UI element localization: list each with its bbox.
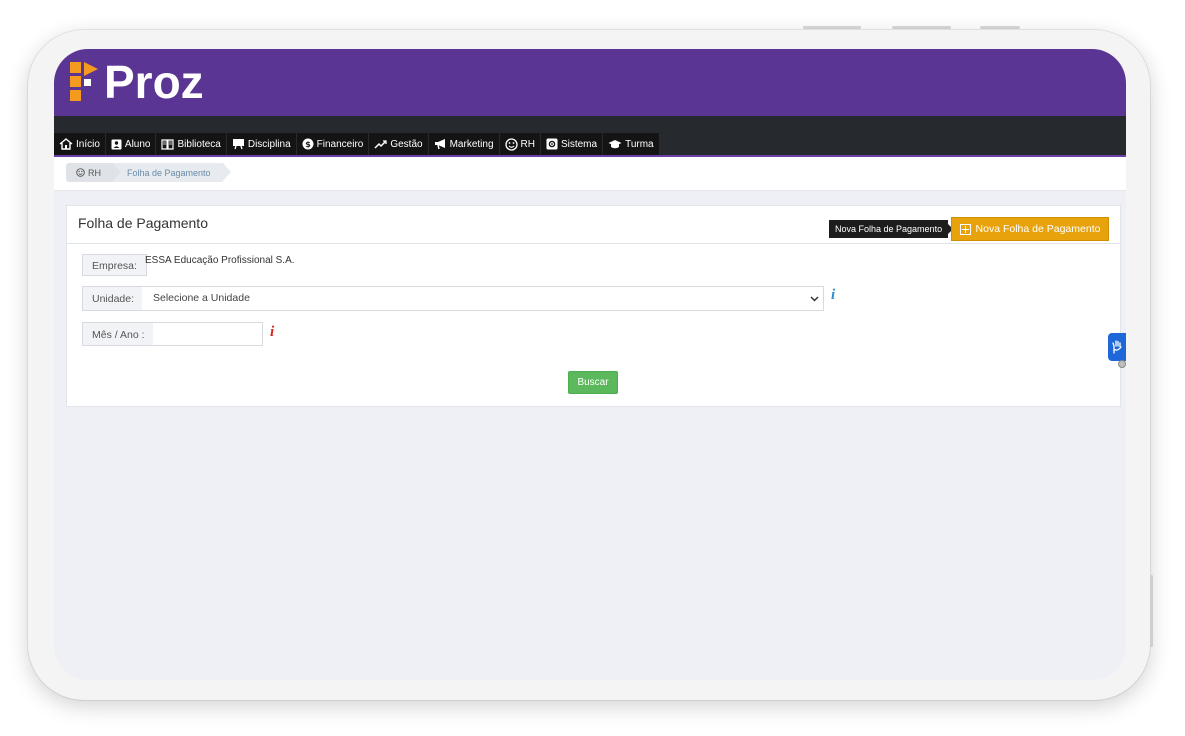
smile-icon [76, 168, 85, 177]
accessibility-toggle[interactable] [1118, 360, 1126, 368]
nav-item-aluno[interactable]: Aluno [105, 133, 156, 155]
new-payroll-label: Nova Folha de Pagamento [975, 223, 1101, 235]
dollar-icon: $ [302, 138, 314, 150]
nav-item-biblioteca[interactable]: Biblioteca [156, 133, 226, 155]
breadcrumb-label: RH [88, 167, 101, 178]
id-card-icon [111, 139, 122, 150]
breadcrumb: RH Folha de Pagamento [66, 163, 231, 182]
cog-box-icon [546, 138, 558, 150]
new-payroll-button[interactable]: Nova Folha de Pagamento [951, 217, 1109, 241]
unidade-selected: Selecione a Unidade [153, 292, 250, 304]
trend-icon [374, 139, 387, 149]
nav-label: Financeiro [316, 138, 364, 150]
svg-text:$: $ [305, 140, 311, 149]
nav-item-marketing[interactable]: Marketing [428, 133, 499, 155]
nav-item-inicio[interactable]: Início [54, 133, 105, 155]
info-icon[interactable]: i [831, 287, 835, 304]
home-icon [59, 138, 73, 150]
easel-icon [232, 138, 245, 150]
book-icon [161, 138, 175, 150]
breadcrumb-item-rh[interactable]: RH [66, 163, 121, 182]
unidade-select[interactable]: Selecione a Unidade [142, 286, 824, 311]
search-button[interactable]: Buscar [568, 371, 618, 394]
mes-ano-label: Mês / Ano : [82, 322, 155, 346]
panel-header: Folha de Pagamento Nova Folha de Pagamen… [67, 206, 1120, 244]
breadcrumb-label: Folha de Pagamento [127, 167, 211, 178]
nav-label: Gestão [390, 138, 423, 150]
megaphone-icon [434, 138, 447, 150]
nav-item-sistema[interactable]: Sistema [540, 133, 603, 155]
empresa-value: ESSA Educação Profissional S.A. [145, 255, 295, 266]
plus-square-icon [959, 223, 971, 235]
breadcrumb-item-folha[interactable]: Folha de Pagamento [113, 163, 231, 182]
device-side-button [1150, 575, 1153, 647]
folha-panel: Folha de Pagamento Nova Folha de Pagamen… [66, 205, 1121, 407]
nav-label: Turma [625, 138, 654, 150]
proz-logo-mark-icon [68, 60, 100, 104]
empresa-label: Empresa: [82, 254, 147, 276]
nav-label: Sistema [560, 138, 598, 150]
app-screen: Proz Início Aluno Biblioteca Disciplina … [54, 49, 1126, 680]
page-title: Folha de Pagamento [78, 215, 208, 231]
nav-label: Marketing [449, 138, 494, 150]
decor-bar [803, 26, 861, 29]
chevron-down-icon [810, 287, 819, 319]
smile-icon [504, 137, 518, 151]
nav-label: Início [76, 138, 100, 150]
header-bar: Proz [54, 49, 1126, 116]
breadcrumb-bar: RH Folha de Pagamento [54, 157, 1126, 191]
tooltip: Nova Folha de Pagamento [829, 220, 954, 238]
nav-label: Aluno [124, 138, 151, 150]
nav-label: Disciplina [247, 138, 291, 150]
unidade-label: Unidade: [82, 286, 145, 311]
nav-label: Biblioteca [177, 138, 221, 150]
logo-text: Proz [104, 56, 204, 108]
decor-bar [892, 26, 951, 29]
nav-item-gestao[interactable]: Gestão [369, 133, 428, 155]
decor-bar [980, 26, 1020, 29]
logo[interactable]: Proz [68, 59, 204, 105]
nav-item-rh[interactable]: RH [499, 133, 540, 155]
nav-item-turma[interactable]: Turma [603, 133, 659, 155]
nav-label: RH [520, 138, 535, 150]
accessibility-hands-icon[interactable] [1108, 333, 1126, 361]
nav-item-disciplina[interactable]: Disciplina [226, 133, 296, 155]
main-nav: Início Aluno Biblioteca Disciplina $ Fin… [54, 116, 1126, 157]
required-info-icon[interactable]: i [270, 324, 274, 341]
mes-ano-input[interactable] [153, 322, 263, 346]
graduation-cap-icon [608, 139, 622, 150]
nav-item-financeiro[interactable]: $ Financeiro [296, 133, 369, 155]
